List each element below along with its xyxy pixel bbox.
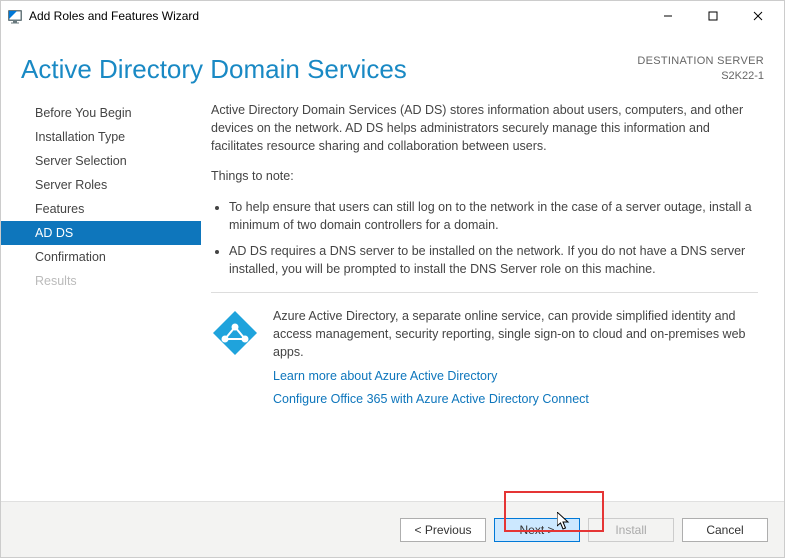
page-title: Active Directory Domain Services <box>21 54 637 85</box>
sidebar-item-installation-type[interactable]: Installation Type <box>1 125 201 149</box>
window-title: Add Roles and Features Wizard <box>29 9 645 23</box>
maximize-button[interactable] <box>690 1 735 30</box>
titlebar: Add Roles and Features Wizard <box>1 1 784 30</box>
notes-list: To help ensure that users can still log … <box>211 198 758 279</box>
sidebar-item-server-roles[interactable]: Server Roles <box>1 173 201 197</box>
intro-text: Active Directory Domain Services (AD DS)… <box>211 101 758 155</box>
next-button[interactable]: Next > <box>494 518 580 542</box>
sidebar-item-results: Results <box>1 269 201 293</box>
azure-text: Azure Active Directory, a separate onlin… <box>273 307 758 408</box>
wizard-window: Add Roles and Features Wizard Active Dir… <box>0 0 785 558</box>
content-pane: Active Directory Domain Services (AD DS)… <box>201 95 784 501</box>
minimize-button[interactable] <box>645 1 690 30</box>
install-button: Install <box>588 518 674 542</box>
cancel-button[interactable]: Cancel <box>682 518 768 542</box>
destination-name: S2K22-1 <box>637 69 764 84</box>
sidebar-item-ad-ds[interactable]: AD DS <box>1 221 201 245</box>
link-learn-more-azure-ad[interactable]: Learn more about Azure Active Directory <box>273 367 758 385</box>
sidebar-item-before-you-begin[interactable]: Before You Begin <box>1 101 201 125</box>
sidebar-item-server-selection[interactable]: Server Selection <box>1 149 201 173</box>
page-header: Active Directory Domain Services DESTINA… <box>1 30 784 95</box>
destination-server: DESTINATION SERVER S2K22-1 <box>637 54 764 84</box>
azure-ad-icon <box>211 309 259 357</box>
sidebar-item-confirmation[interactable]: Confirmation <box>1 245 201 269</box>
notes-heading: Things to note: <box>211 167 758 185</box>
sidebar: Before You Begin Installation Type Serve… <box>1 95 201 501</box>
sidebar-item-features[interactable]: Features <box>1 197 201 221</box>
server-manager-icon <box>7 8 23 24</box>
previous-button[interactable]: < Previous <box>400 518 486 542</box>
divider <box>211 292 758 293</box>
link-configure-office365-aad-connect[interactable]: Configure Office 365 with Azure Active D… <box>273 390 758 408</box>
azure-description: Azure Active Directory, a separate onlin… <box>273 307 758 361</box>
destination-label: DESTINATION SERVER <box>637 54 764 69</box>
wizard-body: Before You Begin Installation Type Serve… <box>1 95 784 501</box>
close-button[interactable] <box>735 1 780 30</box>
note-item: AD DS requires a DNS server to be instal… <box>229 242 758 278</box>
footer: < Previous Next > Install Cancel <box>1 501 784 557</box>
note-item: To help ensure that users can still log … <box>229 198 758 234</box>
azure-row: Azure Active Directory, a separate onlin… <box>211 307 758 408</box>
